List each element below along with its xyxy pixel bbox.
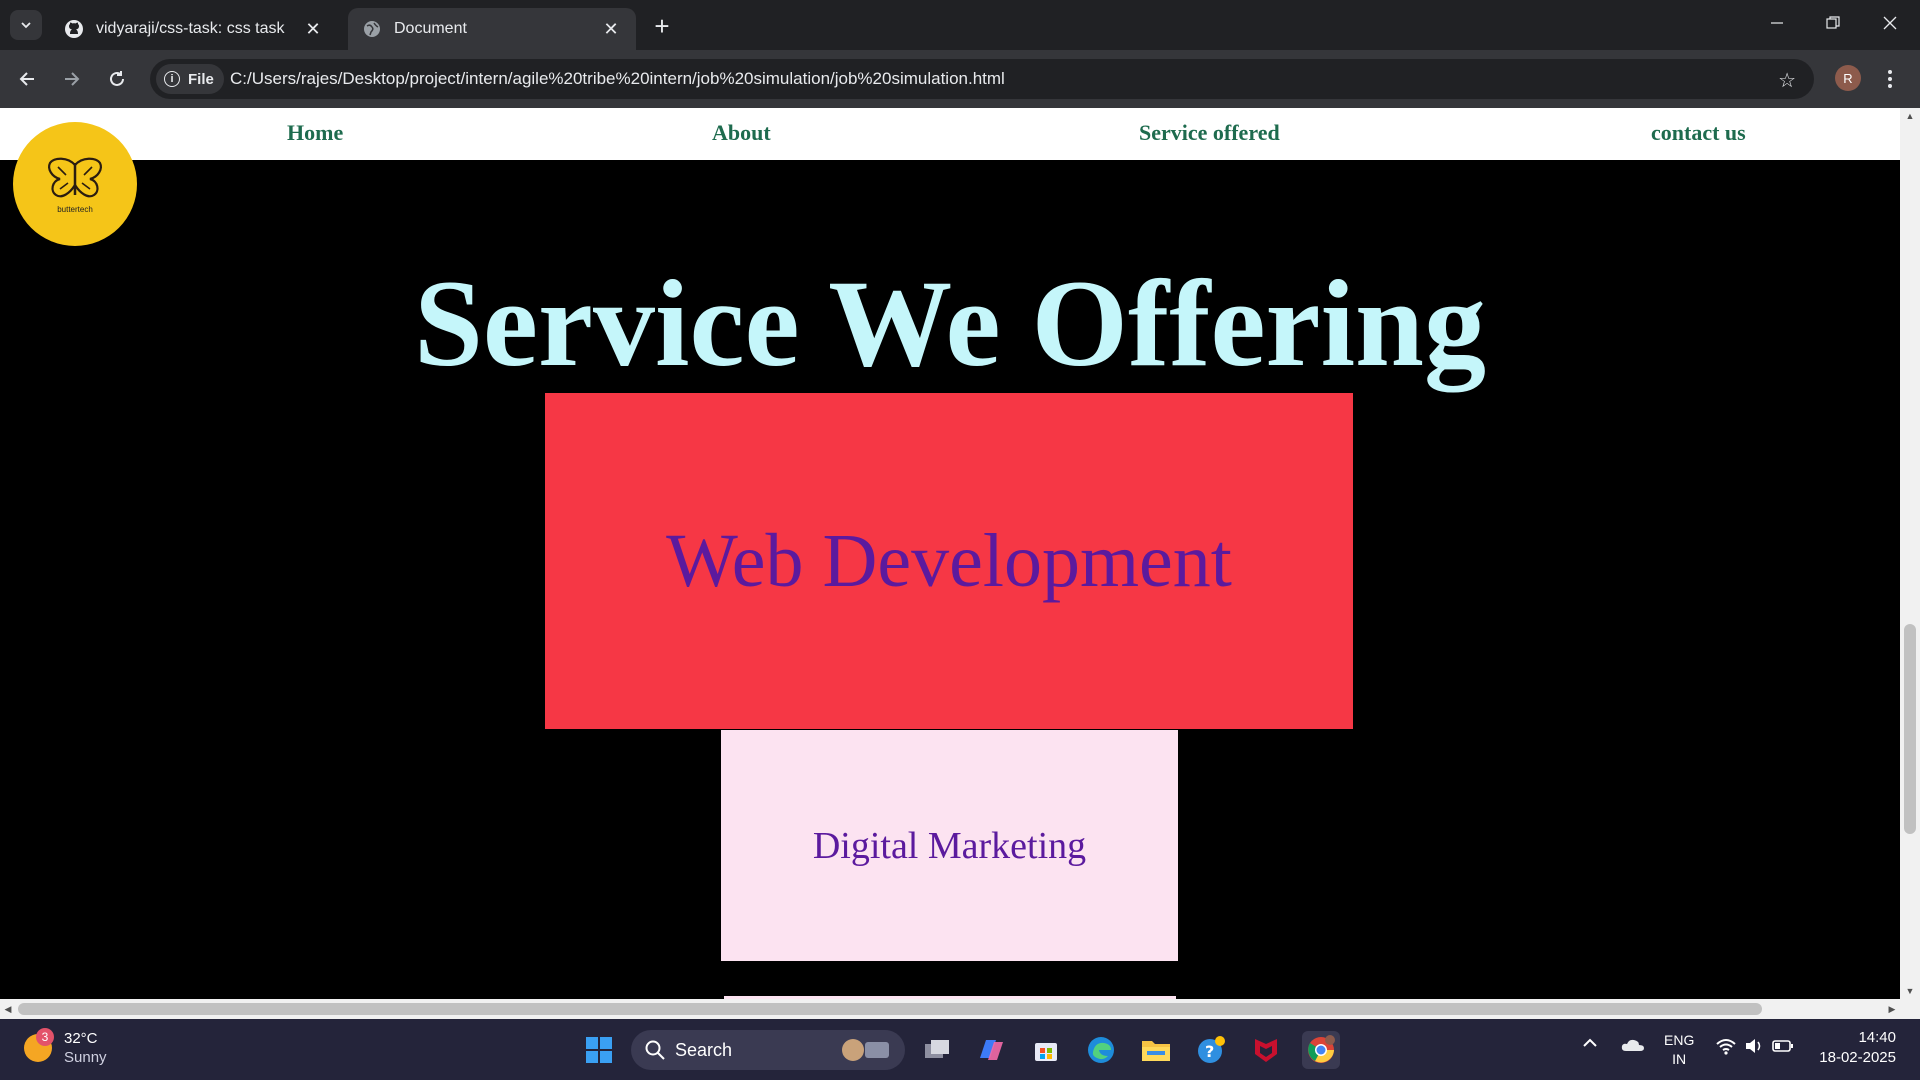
edge-icon [1088, 1037, 1114, 1063]
file-explorer-button[interactable] [1137, 1031, 1175, 1069]
scroll-right-arrow-icon[interactable]: ▶ [1884, 999, 1900, 1019]
scroll-down-arrow-icon[interactable]: ▼ [1900, 983, 1920, 999]
task-view-button[interactable] [918, 1031, 956, 1069]
arrow-left-icon [19, 72, 34, 86]
page-viewport: Home About Service offered contact us bu… [0, 108, 1900, 999]
mcafee-button[interactable] [1247, 1031, 1285, 1069]
task-view-icon [925, 1040, 949, 1058]
tab-github[interactable]: vidyaraji/css-task: css task ✕ [50, 8, 338, 50]
svg-text:?: ? [1205, 1042, 1214, 1061]
minimize-button[interactable] [1749, 0, 1805, 46]
back-button[interactable] [12, 64, 42, 94]
system-clock[interactable]: 14:40 18-02-2025 [1812, 1028, 1896, 1068]
forward-button[interactable] [57, 64, 87, 94]
logo-text: buttertech [57, 204, 93, 214]
chrome-icon [1308, 1035, 1335, 1063]
restore-icon [1826, 16, 1840, 29]
windows-logo-icon [586, 1037, 612, 1063]
tab-bar: vidyaraji/css-task: css task ✕ Document … [0, 0, 1920, 50]
weather-temp: 32°C [64, 1030, 98, 1047]
nav-about-link[interactable]: About [712, 120, 771, 146]
more-vertical-icon [1888, 70, 1892, 88]
nav-contact-link[interactable]: contact us [1651, 120, 1746, 146]
volume-icon [1746, 1039, 1761, 1053]
chrome-button[interactable] [1302, 1031, 1340, 1069]
weather-condition: Sunny [64, 1049, 107, 1066]
shield-icon [1255, 1039, 1277, 1062]
folder-icon [1142, 1041, 1170, 1061]
help-button[interactable]: ? [1192, 1031, 1230, 1069]
close-icon[interactable]: ✕ [302, 18, 324, 40]
clock-time: 14:40 [1858, 1029, 1896, 1046]
arrow-right-icon [65, 72, 80, 86]
scrollbar-thumb[interactable] [18, 1003, 1762, 1015]
site-navbar: Home About Service offered contact us [0, 108, 1900, 160]
bookmark-star-icon[interactable]: ☆ [1778, 68, 1796, 93]
copilot-button[interactable] [972, 1031, 1010, 1069]
notification-badge: 3 [36, 1028, 54, 1046]
butterfly-icon [48, 157, 102, 197]
page-title: Service We Offering [413, 255, 1487, 392]
edge-button[interactable] [1082, 1031, 1120, 1069]
copilot-icon [980, 1040, 1003, 1060]
tab-title: vidyaraji/css-task: css task [96, 20, 285, 37]
chevron-up-icon [1583, 1038, 1597, 1047]
service-card-label: Web Development [666, 518, 1232, 603]
clock-date: 18-02-2025 [1819, 1049, 1896, 1066]
tab-search-button[interactable] [10, 10, 42, 40]
browser-menu-button[interactable] [1880, 64, 1900, 94]
onedrive-icon[interactable] [1621, 1037, 1645, 1057]
chevron-down-icon [21, 22, 31, 29]
restore-button[interactable] [1805, 0, 1861, 46]
search-highlight-icon [842, 1039, 889, 1061]
tab-title: Document [394, 20, 467, 37]
scrollbar-thumb[interactable] [1904, 624, 1916, 834]
reload-button[interactable] [102, 64, 132, 94]
profile-avatar[interactable]: R [1835, 65, 1861, 91]
language-code: ENG [1664, 1032, 1695, 1048]
address-bar[interactable]: i File C:/Users/rajes/Desktop/project/in… [150, 59, 1814, 99]
search-icon [645, 1040, 665, 1060]
store-button[interactable] [1027, 1031, 1065, 1069]
service-card-digital-marketing[interactable]: Digital Marketing [721, 730, 1178, 961]
nav-services-link[interactable]: Service offered [1139, 120, 1280, 146]
wifi-icon [1716, 1039, 1736, 1055]
minimize-icon [1771, 22, 1783, 24]
close-icon[interactable]: ✕ [600, 18, 622, 40]
url-text[interactable]: C:/Users/rajes/Desktop/project/intern/ag… [230, 69, 1005, 89]
horizontal-scrollbar[interactable]: ◀ ▶ [0, 999, 1920, 1019]
close-icon [1883, 16, 1897, 30]
vertical-scrollbar[interactable]: ▲ ▼ [1900, 108, 1920, 999]
store-icon [1035, 1043, 1057, 1061]
scroll-up-arrow-icon[interactable]: ▲ [1900, 108, 1920, 124]
weather-widget[interactable]: 3 32°C Sunny [24, 1028, 107, 1067]
site-info-chip[interactable]: i File [156, 64, 224, 94]
scroll-left-arrow-icon[interactable]: ◀ [0, 999, 16, 1019]
github-icon [64, 19, 84, 39]
language-indicator[interactable]: ENG IN [1664, 1031, 1694, 1069]
help-icon: ? [1198, 1036, 1225, 1063]
service-card-web-development[interactable]: Web Development [545, 393, 1353, 729]
new-tab-button[interactable]: + [648, 11, 676, 41]
close-window-button[interactable] [1862, 0, 1918, 46]
service-card-label: Digital Marketing [812, 824, 1087, 867]
show-hidden-icons-button[interactable] [1582, 1035, 1598, 1055]
browser-toolbar: i File C:/Users/rajes/Desktop/project/in… [0, 50, 1920, 108]
nav-home-link[interactable]: Home [287, 120, 343, 146]
globe-icon [362, 19, 382, 39]
chip-label: File [188, 70, 214, 88]
battery-icon [1772, 1040, 1793, 1052]
sun-icon: 3 [24, 1028, 54, 1062]
taskbar-search[interactable]: Search [631, 1030, 905, 1070]
info-icon: i [164, 71, 180, 87]
site-logo[interactable]: buttertech [13, 122, 137, 246]
reload-icon [110, 71, 124, 86]
quick-settings[interactable] [1716, 1037, 1794, 1055]
tab-document[interactable]: Document ✕ [348, 8, 636, 50]
search-label: Search [675, 1039, 733, 1060]
windows-taskbar: 3 32°C Sunny Search ? ENG IN 14:40 18-02… [0, 1019, 1920, 1080]
language-region: IN [1672, 1051, 1687, 1067]
start-button[interactable] [580, 1031, 618, 1069]
